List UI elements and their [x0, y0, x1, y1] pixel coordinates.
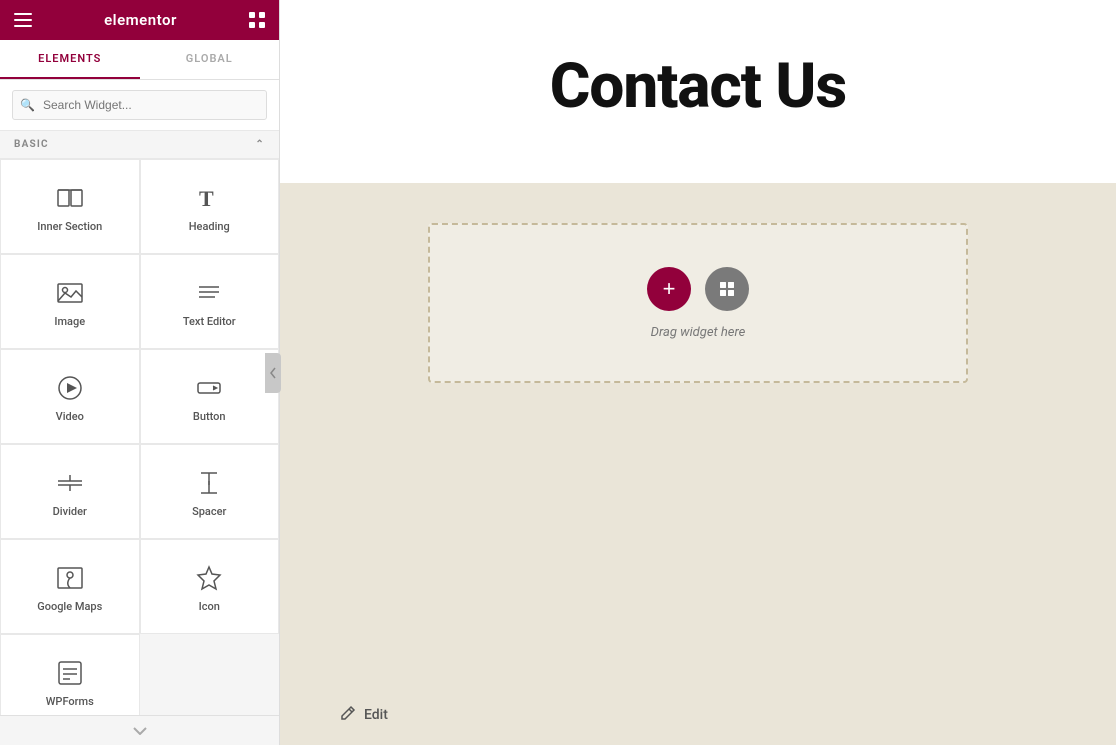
widget-image-label: Image: [54, 315, 85, 328]
image-icon: [56, 279, 84, 307]
widget-heading-label: Heading: [189, 220, 230, 233]
widget-wpforms-label: WPForms: [46, 695, 94, 708]
button-icon: [195, 374, 223, 402]
wpforms-icon: [56, 659, 84, 687]
widget-google-maps-label: Google Maps: [37, 600, 102, 613]
logo-text: elementor: [104, 11, 177, 29]
widget-image[interactable]: Image: [0, 254, 140, 349]
edit-bar[interactable]: Edit: [280, 685, 1116, 745]
hamburger-icon[interactable]: [14, 13, 32, 27]
panel-scroll-down[interactable]: [0, 715, 279, 745]
add-widget-button[interactable]: +: [647, 267, 691, 311]
main-canvas: Contact Us + Drag widget here: [280, 0, 1116, 745]
widget-heading[interactable]: T Heading: [140, 159, 280, 254]
widget-spacer[interactable]: Spacer: [140, 444, 280, 539]
contact-section: Contact Us: [280, 0, 1116, 183]
widget-wpforms[interactable]: WPForms: [0, 634, 140, 715]
collapse-panel-handle[interactable]: [265, 353, 281, 393]
drop-section: + Drag widget here: [280, 183, 1116, 685]
panel-tabs: ELEMENTS GLOBAL: [0, 40, 279, 80]
svg-text:T: T: [199, 186, 214, 211]
tab-global[interactable]: GLOBAL: [140, 40, 280, 79]
widget-spacer-label: Spacer: [192, 505, 226, 518]
section-label: BASIC: [14, 139, 49, 150]
widget-button-label: Button: [193, 410, 226, 423]
widget-grid: Inner Section T Heading Image: [0, 159, 279, 715]
grid-small-icon: [719, 281, 735, 297]
contact-title: Contact Us: [300, 50, 1096, 123]
chevron-left-icon: [269, 367, 277, 379]
text-editor-icon: [195, 279, 223, 307]
edit-icon: [340, 705, 356, 725]
edit-label: Edit: [364, 707, 388, 723]
chevron-down-icon: [133, 727, 147, 735]
grid-icon[interactable]: [249, 12, 265, 28]
chevron-down-icon[interactable]: ⌃: [255, 139, 265, 150]
widget-inner-section[interactable]: Inner Section: [0, 159, 140, 254]
widget-google-maps[interactable]: Google Maps: [0, 539, 140, 634]
tab-elements[interactable]: ELEMENTS: [0, 40, 140, 79]
heading-icon: T: [195, 184, 223, 212]
left-panel: elementor ELEMENTS GLOBAL 🔍: [0, 0, 280, 745]
widget-video[interactable]: Video: [0, 349, 140, 444]
google-maps-icon: [56, 564, 84, 592]
icon-icon: [195, 564, 223, 592]
widget-divider-label: Divider: [53, 505, 87, 518]
widget-button[interactable]: Button: [140, 349, 280, 444]
widget-icon[interactable]: Icon: [140, 539, 280, 634]
widget-inner-section-label: Inner Section: [37, 220, 102, 233]
panel-header: elementor: [0, 0, 279, 40]
drop-label: Drag widget here: [651, 325, 746, 340]
inner-section-icon: [56, 184, 84, 212]
widget-video-label: Video: [56, 410, 84, 423]
widget-text-editor-label: Text Editor: [183, 315, 236, 328]
video-icon: [56, 374, 84, 402]
search-input[interactable]: [12, 90, 267, 120]
section-header-basic: BASIC ⌃: [0, 131, 279, 159]
drop-action-buttons: +: [647, 267, 749, 311]
search-icon: 🔍: [20, 98, 35, 112]
drop-zone[interactable]: + Drag widget here: [428, 223, 968, 383]
search-bar: 🔍: [0, 80, 279, 131]
widget-text-editor[interactable]: Text Editor: [140, 254, 280, 349]
widget-icon-label: Icon: [199, 600, 220, 613]
widget-library-button[interactable]: [705, 267, 749, 311]
pencil-icon: [340, 705, 356, 721]
divider-icon: [56, 469, 84, 497]
widget-divider[interactable]: Divider: [0, 444, 140, 539]
spacer-icon: [195, 469, 223, 497]
